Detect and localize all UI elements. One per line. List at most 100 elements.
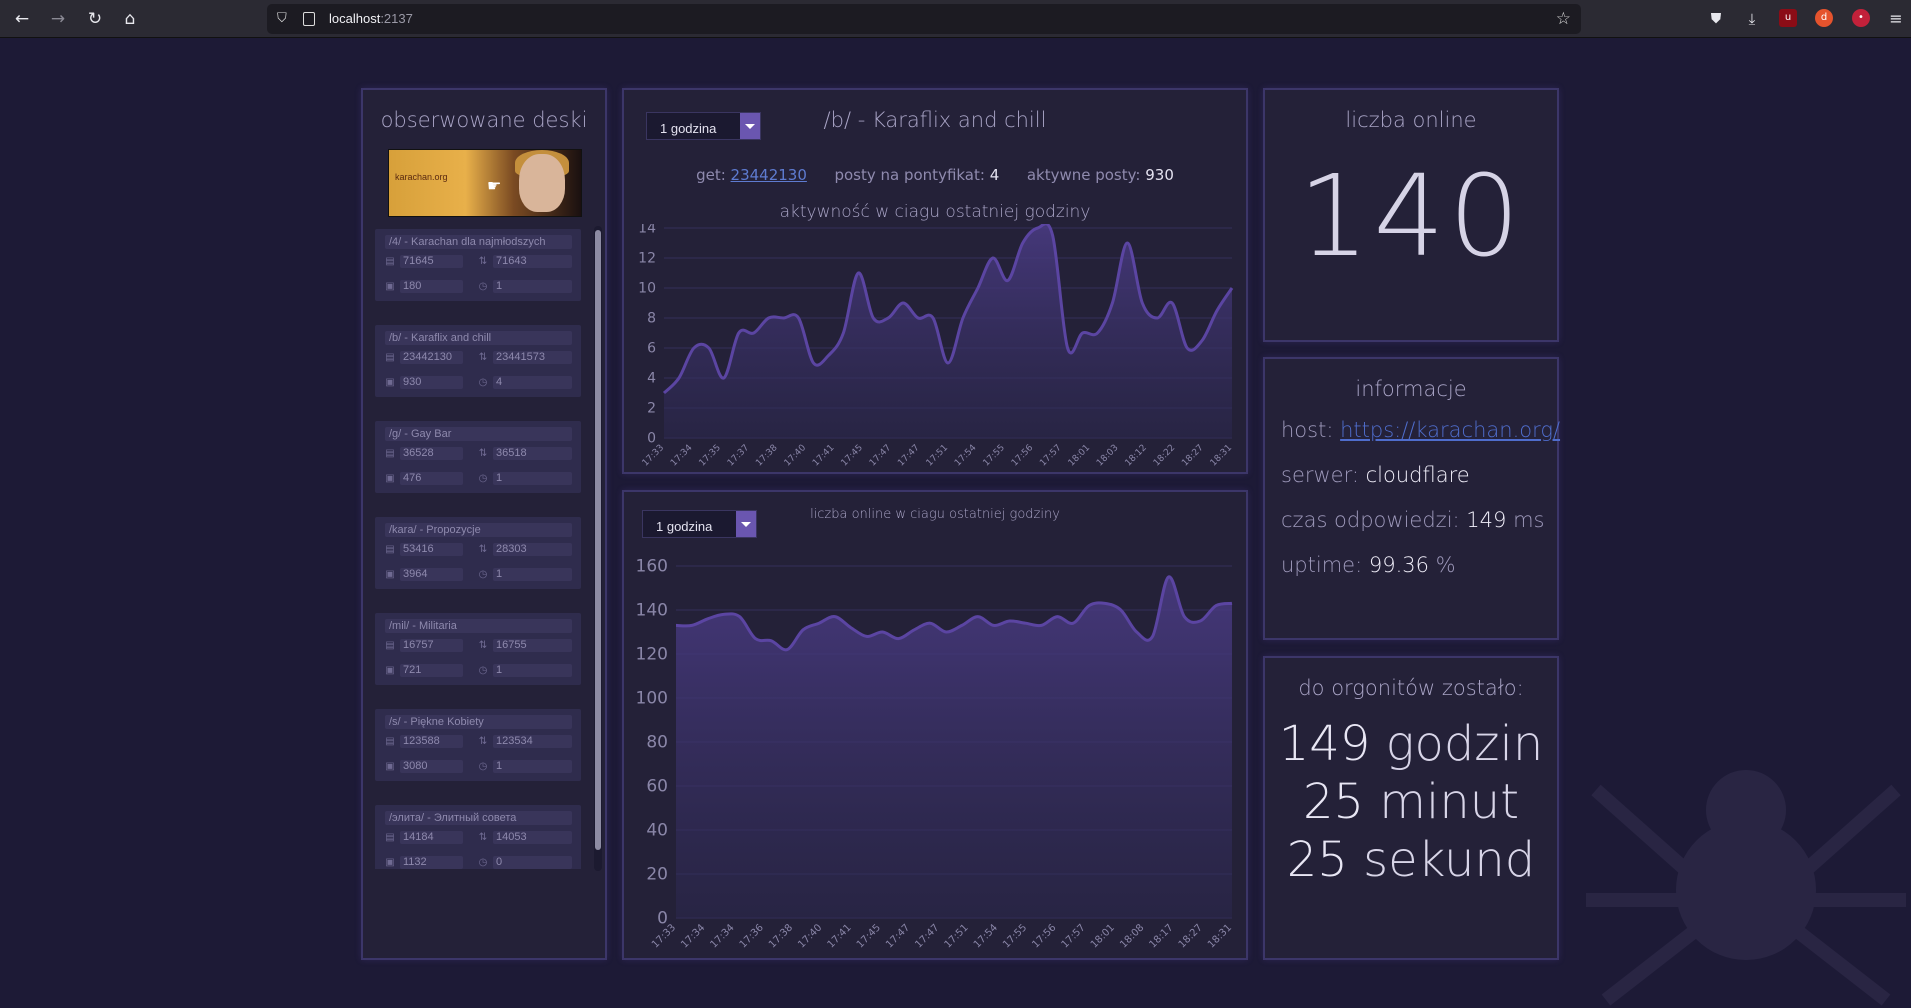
board-stat-active-posts: ▣ 180 [385, 280, 463, 293]
x-tick-label: 17:37 [726, 443, 751, 468]
response-time-row: czas odpowiedzi: 149 ms [1281, 508, 1544, 532]
x-tick-label: 17:51 [943, 922, 971, 950]
board-stat-per-pontifikat: ◷ 1 [479, 472, 572, 485]
board-name: /mil/ - Militaria [385, 619, 572, 633]
banner-image[interactable]: karachan.org ☛ [388, 149, 582, 217]
boards-panel: obserwowane deski karachan.org ☛ /4/ - K… [361, 88, 607, 960]
scrollbar[interactable] [594, 226, 602, 871]
x-tick-label: 17:41 [811, 443, 836, 468]
posts-total-icon: ▤ [385, 352, 395, 363]
bookmark-star-icon[interactable]: ☆ [1556, 9, 1571, 29]
posts-total-icon: ▤ [385, 832, 395, 843]
board-stat-value: 180 [403, 280, 422, 292]
x-tick-label: 17:47 [884, 922, 912, 950]
board-stat-active-posts: ▣ 930 [385, 376, 463, 389]
x-tick-label: 17:47 [913, 922, 941, 950]
host-label: host: [1281, 418, 1334, 442]
y-tick-label: 20 [646, 865, 668, 885]
x-tick-label: 17:55 [1001, 922, 1029, 950]
posts-per-value: 4 [989, 166, 1000, 184]
pontifikat-icon: ◷ [478, 665, 488, 676]
posts-per-label: posty na pontyfikat: [834, 166, 985, 184]
board-stat-per-pontifikat: ◷ 1 [479, 760, 572, 773]
y-tick-label: 14 [638, 224, 656, 237]
shield-icon[interactable]: ⛉ [277, 11, 293, 27]
last-post-icon: ⇅ [478, 640, 488, 651]
x-tick-label: 17:47 [896, 443, 921, 468]
board-stat-value: 36528 [403, 447, 434, 459]
board-name: /4/ - Karachan dla najmłodszych [385, 235, 572, 249]
active-posts-icon: ▣ [385, 665, 395, 676]
home-icon[interactable]: ⌂ [120, 9, 140, 29]
x-tick-label: 18:01 [1067, 443, 1092, 468]
banner-text: karachan.org [395, 172, 448, 182]
board-stat-value: 123534 [496, 735, 533, 747]
host-row: host: https://karachan.org/ [1281, 418, 1560, 442]
pontifikat-icon: ◷ [478, 473, 488, 484]
x-tick-label: 18:03 [1095, 443, 1120, 468]
duckduckgo-icon[interactable]: d [1815, 9, 1833, 27]
x-tick-label: 17:57 [1038, 443, 1063, 468]
scroll-thumb[interactable] [595, 230, 601, 850]
x-tick-label: 18:27 [1180, 443, 1205, 468]
board-card[interactable]: /элита/ - Элитный совета ▤ 14184 ⇅ 14053 ▣ 113… [375, 805, 581, 869]
active-posts-icon: ▣ [385, 281, 395, 292]
x-tick-label: 17:56 [1010, 443, 1036, 469]
x-tick-label: 17:35 [698, 443, 723, 468]
reload-icon[interactable]: ↻ [85, 9, 105, 29]
board-card[interactable]: /b/ - Karaflix and chill ▤ 23442130 ⇅ 234415… [375, 325, 581, 397]
url-text[interactable]: localhost:2137 [329, 11, 413, 26]
y-tick-label: 12 [638, 251, 656, 267]
board-card[interactable]: /s/ - Piękne Kobiety ▤ 123588 ⇅ 123534 ▣ 3080 ◷… [375, 709, 581, 781]
x-tick-label: 17:41 [826, 922, 854, 950]
menu-icon[interactable]: ≡ [1886, 9, 1906, 29]
board-stat-active-posts: ▣ 721 [385, 664, 463, 677]
y-tick-label: 120 [636, 645, 668, 665]
info-title: informacje [1355, 377, 1467, 401]
board-stat-value: 14053 [496, 831, 527, 843]
x-tick-label: 18:17 [1147, 922, 1175, 950]
board-stat-per-pontifikat: ◷ 1 [479, 568, 572, 581]
last-post-icon: ⇅ [478, 352, 488, 363]
board-card[interactable]: /mil/ - Militaria ▤ 16757 ⇅ 16755 ▣ 721 ◷ 1 [375, 613, 581, 685]
y-tick-label: 40 [646, 821, 668, 841]
x-tick-label: 17:38 [767, 922, 795, 950]
activity-chart-title: aktywność w ciagu ostatniej godziny [779, 202, 1091, 222]
board-stat-value: 1 [496, 472, 503, 484]
back-icon[interactable]: ← [12, 9, 32, 29]
browser-toolbar: ← → ↻ ⌂ ⛉ localhost:2137 ☆ ⛊ ⤓ u d • ≡ [0, 0, 1911, 38]
extension-icon[interactable]: • [1852, 9, 1870, 27]
board-stat-value: 36518 [496, 447, 527, 459]
active-posts-icon: ▣ [385, 473, 395, 484]
board-stat-posts-total: ▤ 123588 [385, 735, 463, 748]
board-card[interactable]: /g/ - Gay Bar ▤ 36528 ⇅ 36518 ▣ 476 ◷ 1 [375, 421, 581, 493]
board-card[interactable]: /4/ - Karachan dla najmłodszych ▤ 71645 ⇅ 71… [375, 229, 581, 301]
active-posts-label: aktywne posty: [1026, 166, 1141, 184]
board-stat-active-posts: ▣ 476 [385, 472, 463, 485]
board-stat-value: 28303 [496, 543, 527, 555]
board-stat-value: 1 [496, 760, 503, 772]
x-tick-label: 17:34 [669, 443, 695, 469]
ublock-icon[interactable]: u [1779, 9, 1797, 27]
last-post-icon: ⇅ [478, 544, 488, 555]
pocket-icon[interactable]: ⛊ [1706, 9, 1726, 29]
x-tick-label: 18:01 [1089, 922, 1117, 950]
y-tick-label: 4 [647, 371, 656, 387]
forward-icon[interactable]: → [48, 9, 68, 29]
get-link[interactable]: 23442130 [731, 166, 807, 184]
posts-total-icon: ▤ [385, 544, 395, 555]
online-chart: 02040608010012014016017:33 17:34 17:34 17:3… [636, 557, 1235, 951]
uptime-unit: % [1435, 553, 1456, 577]
online-chart-panel: 1 godzina liczba online w ciagu ostatnie… [622, 490, 1248, 960]
board-name: /g/ - Gay Bar [385, 427, 572, 441]
download-icon[interactable]: ⤓ [1742, 9, 1762, 29]
x-tick-label: 17:45 [855, 922, 883, 950]
y-tick-label: 80 [646, 733, 668, 753]
board-list[interactable]: /4/ - Karachan dla najmłodszych ▤ 71645 ⇅ 71… [375, 229, 581, 869]
host-link[interactable]: https://karachan.org/ [1340, 418, 1560, 442]
countdown-panel: do orgonitów zostało: 149 godzin 25 minu… [1263, 656, 1559, 960]
board-card[interactable]: /kara/ - Propozycje ▤ 53416 ⇅ 28303 ▣ 3964 ◷ 1 [375, 517, 581, 589]
get-label: get: [696, 166, 726, 184]
countdown-minutes: 25 minut [1265, 774, 1557, 830]
url-bar[interactable]: ⛉ localhost:2137 ☆ [267, 4, 1581, 34]
